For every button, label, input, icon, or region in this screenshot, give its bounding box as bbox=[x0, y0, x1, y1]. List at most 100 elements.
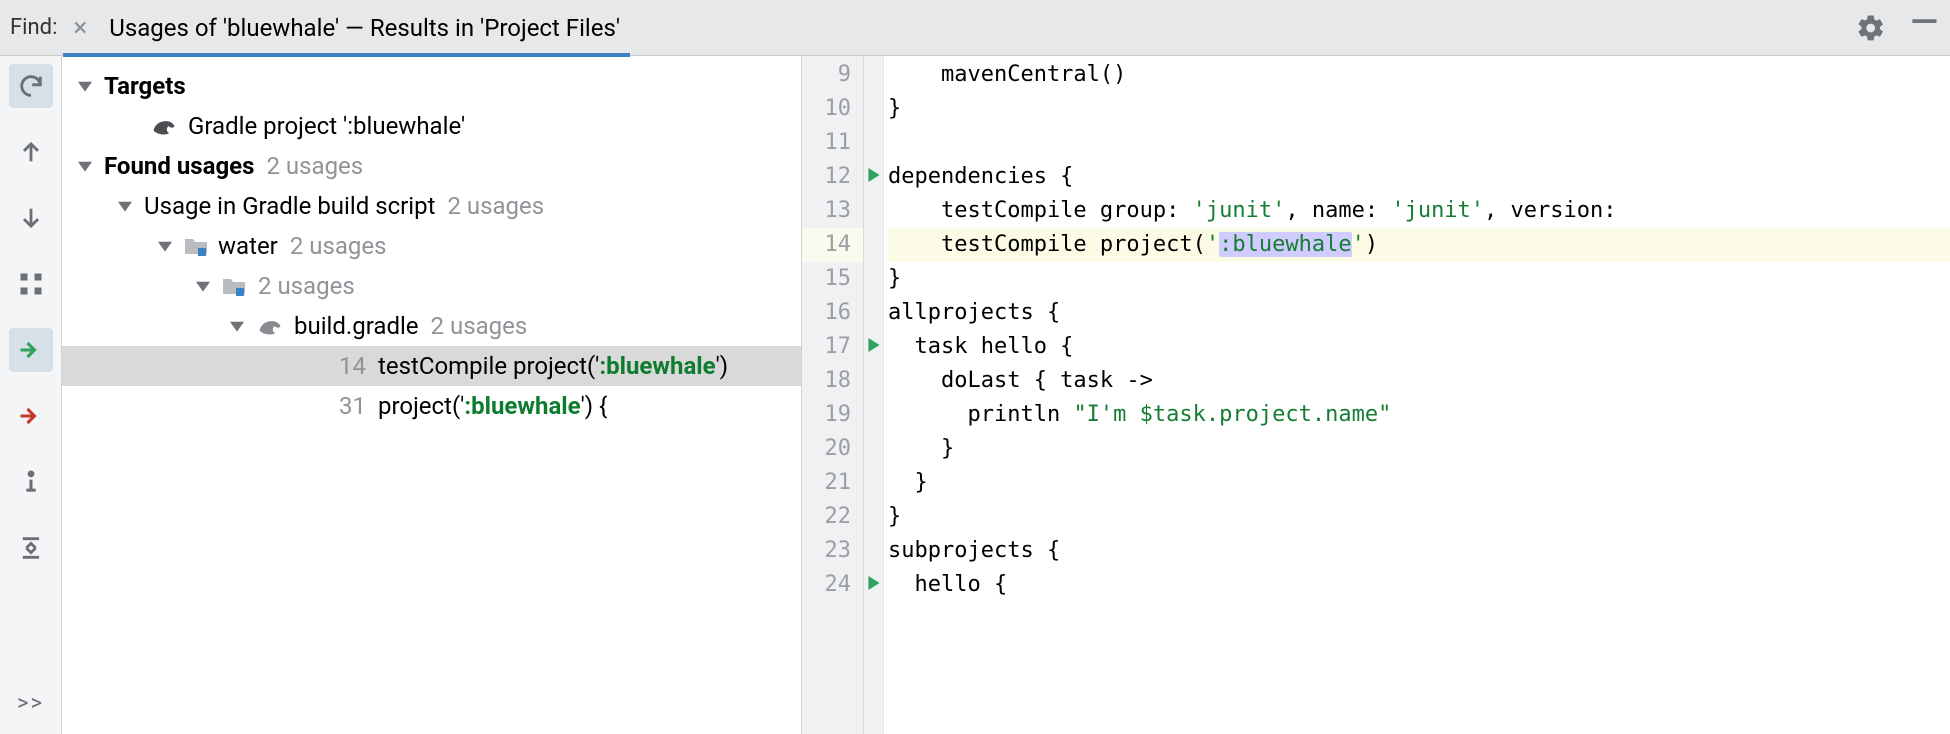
line-number: 19 bbox=[802, 398, 863, 432]
expand-all-icon[interactable] bbox=[9, 526, 53, 570]
code-line[interactable]: println "I'm $task.project.name" bbox=[888, 398, 1950, 432]
file-name: build.gradle bbox=[294, 312, 419, 340]
code-line[interactable]: subprojects { bbox=[888, 534, 1950, 568]
chevron-down-icon[interactable] bbox=[156, 237, 174, 255]
close-tab-icon[interactable]: × bbox=[73, 15, 87, 41]
usage-row[interactable]: 31 project(':bluewhale') { bbox=[62, 386, 801, 426]
usage-row[interactable]: 14 testCompile project(':bluewhale') bbox=[62, 346, 801, 386]
run-gutter-cell bbox=[864, 532, 883, 566]
tree-node-file[interactable]: build.gradle 2 usages bbox=[62, 306, 801, 346]
line-number: 18 bbox=[802, 364, 863, 398]
tree-node-targets[interactable]: Targets bbox=[62, 66, 801, 106]
category-label: Usage in Gradle build script bbox=[144, 192, 435, 220]
module-name: water bbox=[218, 232, 278, 260]
targets-label: Targets bbox=[104, 72, 186, 100]
line-number: 13 bbox=[802, 194, 863, 228]
gradle-icon bbox=[150, 116, 178, 136]
more-actions-icon[interactable]: >> bbox=[17, 691, 44, 734]
chevron-down-icon[interactable] bbox=[76, 157, 94, 175]
next-occurrence-icon[interactable] bbox=[9, 196, 53, 240]
code-line[interactable]: } bbox=[888, 500, 1950, 534]
run-gutter-cell[interactable] bbox=[864, 566, 883, 600]
file-count: 2 usages bbox=[431, 312, 528, 340]
run-gutter-play-icon[interactable] bbox=[867, 333, 881, 358]
export-import-red-icon[interactable] bbox=[9, 394, 53, 438]
run-gutter-cell bbox=[864, 192, 883, 226]
line-number: 9 bbox=[802, 58, 863, 92]
code-line[interactable]: } bbox=[888, 432, 1950, 466]
code-line[interactable]: testCompile group: 'junit', name: 'junit… bbox=[888, 194, 1950, 228]
code-line[interactable]: allprojects { bbox=[888, 296, 1950, 330]
find-label: Find: bbox=[10, 15, 57, 40]
run-gutter-cell bbox=[864, 430, 883, 464]
code-line[interactable]: } bbox=[888, 466, 1950, 500]
run-gutter-cell bbox=[864, 498, 883, 532]
code-preview: 9101112131415161718192021222324 mavenCen… bbox=[802, 56, 1950, 734]
code-line[interactable]: } bbox=[888, 92, 1950, 126]
tree-node-found-usages[interactable]: Found usages 2 usages bbox=[62, 146, 801, 186]
line-number-gutter: 9101112131415161718192021222324 bbox=[802, 56, 864, 734]
module-count: 2 usages bbox=[290, 232, 387, 260]
prev-occurrence-icon[interactable] bbox=[9, 130, 53, 174]
run-gutter-cell bbox=[864, 260, 883, 294]
tree-node-dir[interactable]: 2 usages bbox=[62, 266, 801, 306]
usage-line-number: 14 bbox=[330, 352, 366, 380]
chevron-down-icon[interactable] bbox=[228, 317, 246, 335]
usage-code: testCompile project(':bluewhale') bbox=[378, 352, 728, 380]
code-line[interactable]: task hello { bbox=[888, 330, 1950, 364]
export-import-green-icon[interactable] bbox=[9, 328, 53, 372]
gear-icon[interactable] bbox=[1856, 13, 1886, 43]
run-gutter-cell bbox=[864, 294, 883, 328]
code-line[interactable]: dependencies { bbox=[888, 160, 1950, 194]
usage-line-number: 31 bbox=[330, 392, 366, 420]
folder-icon bbox=[222, 276, 246, 296]
run-gutter-play-icon[interactable] bbox=[867, 571, 881, 596]
code-line[interactable] bbox=[888, 126, 1950, 160]
find-results-tab[interactable]: Usages of 'bluewhale' — Results in 'Proj… bbox=[109, 0, 620, 56]
run-gutter-cell[interactable] bbox=[864, 328, 883, 362]
run-gutter-cell bbox=[864, 464, 883, 498]
find-header: Find: × Usages of 'bluewhale' — Results … bbox=[0, 0, 1950, 56]
chevron-down-icon[interactable] bbox=[76, 77, 94, 95]
gradle-icon bbox=[256, 316, 284, 336]
run-gutter-cell bbox=[864, 124, 883, 158]
code-line[interactable]: hello { bbox=[888, 568, 1950, 602]
line-number: 23 bbox=[802, 534, 863, 568]
code-line[interactable]: testCompile project(':bluewhale') bbox=[888, 228, 1950, 262]
dir-count: 2 usages bbox=[258, 272, 355, 300]
line-number: 14 bbox=[802, 228, 863, 262]
usage-code: project(':bluewhale') { bbox=[378, 392, 607, 420]
found-usages-count: 2 usages bbox=[266, 152, 363, 180]
line-number: 24 bbox=[802, 568, 863, 602]
line-number: 12 bbox=[802, 160, 863, 194]
code-line[interactable]: doLast { task -> bbox=[888, 364, 1950, 398]
line-number: 22 bbox=[802, 500, 863, 534]
line-number: 20 bbox=[802, 432, 863, 466]
chevron-down-icon[interactable] bbox=[194, 277, 212, 295]
line-number: 21 bbox=[802, 466, 863, 500]
line-number: 11 bbox=[802, 126, 863, 160]
run-gutter-cell bbox=[864, 226, 883, 260]
run-gutter-cell bbox=[864, 90, 883, 124]
run-gutter-cell bbox=[864, 362, 883, 396]
category-count: 2 usages bbox=[447, 192, 544, 220]
rerun-icon[interactable] bbox=[9, 64, 53, 108]
chevron-down-icon[interactable] bbox=[116, 197, 134, 215]
run-gutter-play-icon[interactable] bbox=[867, 163, 881, 188]
info-icon[interactable] bbox=[9, 460, 53, 504]
code-line[interactable]: mavenCentral() bbox=[888, 58, 1950, 92]
tree-node-target-item[interactable]: Gradle project ':bluewhale' bbox=[62, 106, 801, 146]
tree-node-category[interactable]: Usage in Gradle build script 2 usages bbox=[62, 186, 801, 226]
found-usages-label: Found usages bbox=[104, 152, 254, 180]
run-gutter-cell bbox=[864, 396, 883, 430]
code-area[interactable]: mavenCentral()} dependencies { testCompil… bbox=[884, 56, 1950, 734]
target-item-label: Gradle project ':bluewhale' bbox=[188, 112, 465, 140]
usages-tree[interactable]: Targets Gradle project ':bluewhale' Foun… bbox=[62, 56, 802, 734]
run-gutter bbox=[864, 56, 884, 734]
group-by-icon[interactable] bbox=[9, 262, 53, 306]
module-folder-icon bbox=[184, 236, 208, 256]
line-number: 15 bbox=[802, 262, 863, 296]
run-gutter-cell[interactable] bbox=[864, 158, 883, 192]
tree-node-module[interactable]: water 2 usages bbox=[62, 226, 801, 266]
code-line[interactable]: } bbox=[888, 262, 1950, 296]
